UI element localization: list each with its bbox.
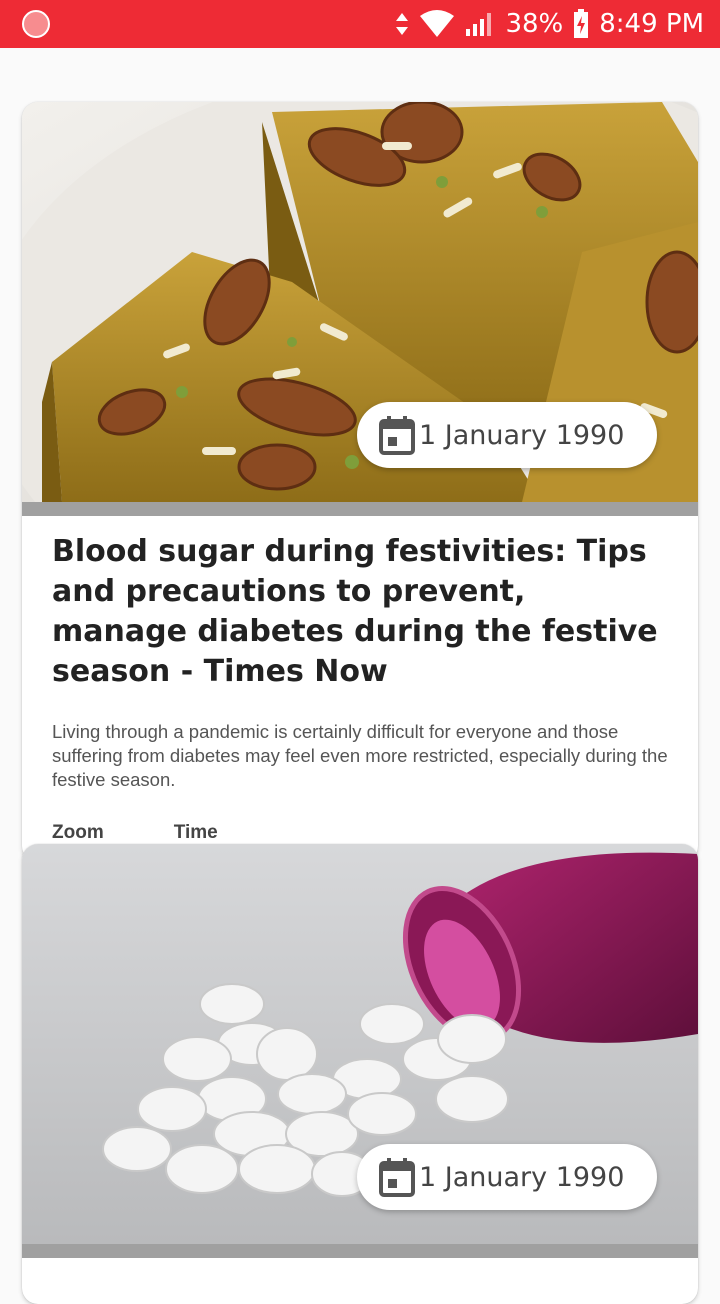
- calendar-icon: [379, 1158, 415, 1197]
- article-title[interactable]: Blood sugar during festivities: Tips and…: [52, 532, 668, 692]
- date-badge: 1 January 1990: [357, 1144, 657, 1210]
- article-card[interactable]: 1 January 1990 Blood sugar during festiv…: [22, 102, 698, 862]
- article-meta: Zoom Time: [52, 822, 668, 844]
- article-card[interactable]: 1 January 1990: [22, 844, 698, 1304]
- status-bar: 38% 8:49 PM: [0, 0, 720, 48]
- article-category: Time: [173, 822, 218, 843]
- data-arrows-icon: [396, 13, 409, 35]
- calendar-icon: [379, 416, 415, 455]
- wifi-icon: [420, 10, 455, 37]
- article-date: 1 January 1990: [419, 419, 625, 451]
- image-divider: [22, 1244, 698, 1258]
- article-image[interactable]: 1 January 1990: [22, 844, 698, 1244]
- date-badge: 1 January 1990: [357, 402, 657, 468]
- battery-charging-icon: [574, 9, 589, 38]
- image-divider: [22, 502, 698, 516]
- article-source: Zoom: [52, 822, 104, 843]
- article-date: 1 January 1990: [419, 1161, 625, 1193]
- clock-time: 8:49 PM: [599, 9, 704, 39]
- article-description: Living through a pandemic is certainly d…: [52, 721, 668, 790]
- app-notification-icon: [22, 10, 50, 38]
- status-right-group: 38% 8:49 PM: [395, 0, 704, 48]
- battery-percent: 38%: [505, 9, 564, 39]
- article-image[interactable]: 1 January 1990: [22, 102, 698, 502]
- signal-icon: [466, 13, 492, 36]
